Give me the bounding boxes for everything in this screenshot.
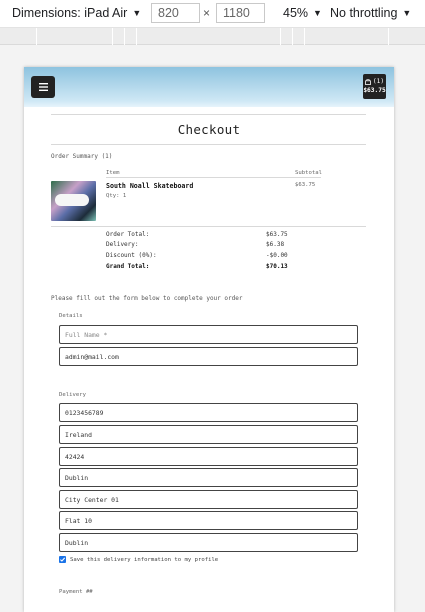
device-selector[interactable]: Dimensions: iPad Air ▼ [12,6,141,20]
menu-button[interactable] [31,76,55,98]
item-header-divider [106,177,321,178]
product-quantity: Qty: 1 [106,193,127,199]
postcode-field[interactable]: 42424 [59,447,358,466]
full-name-field[interactable] [59,325,358,344]
cart-button[interactable]: (1) $63.75 [363,74,386,99]
hamburger-menu-icon [38,83,48,91]
throttling-label: No throttling [330,6,398,20]
subtotal-column-header: Subtotal [295,170,322,176]
chevron-down-icon: ▼ [132,8,142,18]
county-field[interactable]: Dublin [59,533,358,552]
street-address-1-field[interactable]: City Center 01 [59,490,358,509]
devtools-device-toolbar: Dimensions: iPad Air ▼ 820 × 1180 45% ▼ … [0,0,425,28]
full-name-input[interactable] [65,330,357,339]
shopping-bag-icon [365,79,371,86]
town-city-value: Dublin [65,473,89,482]
street-address-2-value: Flat 10 [65,516,92,525]
county-value: Dublin [65,538,89,547]
dimension-separator: × [203,6,211,20]
email-value: admin@mail.com [65,352,119,361]
media-query-ruler[interactable] [0,28,425,45]
street-address-1-value: City Center 01 [65,495,119,504]
grand-total-label: Grand Total: [106,263,150,270]
device-viewport: (1) $63.75 Checkout Order Summary (1) It… [24,67,394,612]
order-summary-heading: Order Summary (1) [51,153,113,160]
country-value: Ireland [65,430,92,439]
site-header: (1) $63.75 [24,67,394,107]
delivery-label: Delivery: [106,241,139,248]
zoom-label: 45% [283,6,309,20]
discount-row: Discount (0%): -$0.00 [106,252,321,259]
postcode-value: 42424 [65,452,85,461]
email-field[interactable]: admin@mail.com [59,347,358,366]
details-heading: Details [59,313,83,319]
product-image[interactable] [51,181,96,221]
country-field[interactable]: Ireland [59,425,358,444]
chevron-down-icon: ▼ [313,8,322,18]
item-column-header: Item [106,170,120,176]
delivery-value: $6.38 [266,241,285,248]
page-title: Checkout [177,122,241,137]
product-name[interactable]: South Noall Skateboard [106,182,193,190]
grand-total-value: $70.13 [266,263,288,270]
save-info-label: Save this delivery information to my pro… [70,556,219,563]
title-bottom-divider [51,144,366,145]
order-total-label: Order Total: [106,231,150,238]
device-label: Dimensions: iPad Air [12,6,128,20]
discount-label: Discount (0%): [106,252,157,259]
save-info-row[interactable]: Save this delivery information to my pro… [59,556,218,563]
payment-heading: Payment ## [59,589,93,595]
title-top-divider [51,114,366,115]
order-total-value: $63.75 [266,231,288,238]
throttling-selector[interactable]: No throttling ▼ [330,6,411,20]
cart-count: (1) [372,78,385,86]
checkmark-icon [60,557,66,562]
order-total-row: Order Total: $63.75 [106,231,321,238]
totals-divider [51,226,366,227]
town-city-field[interactable]: Dublin [59,468,358,487]
discount-value: -$0.00 [266,252,288,259]
grand-total-row: Grand Total: $70.13 [106,263,321,270]
cart-total: $63.75 [363,86,386,94]
zoom-selector[interactable]: 45% ▼ [283,6,322,20]
viewport-width-input[interactable]: 820 [151,3,200,23]
phone-number-value: 0123456789 [65,408,104,417]
skateboard-deck-graphic [55,194,89,206]
viewport-height-input[interactable]: 1180 [216,3,265,23]
save-info-checkbox[interactable] [59,556,66,563]
product-subtotal: $63.75 [295,182,316,188]
phone-number-field[interactable]: 0123456789 [59,403,358,422]
chevron-down-icon: ▼ [402,8,412,18]
delivery-heading: Delivery [59,392,86,398]
street-address-2-field[interactable]: Flat 10 [59,511,358,530]
form-instructions: Please fill out the form below to comple… [51,295,243,302]
delivery-row: Delivery: $6.38 [106,241,321,248]
